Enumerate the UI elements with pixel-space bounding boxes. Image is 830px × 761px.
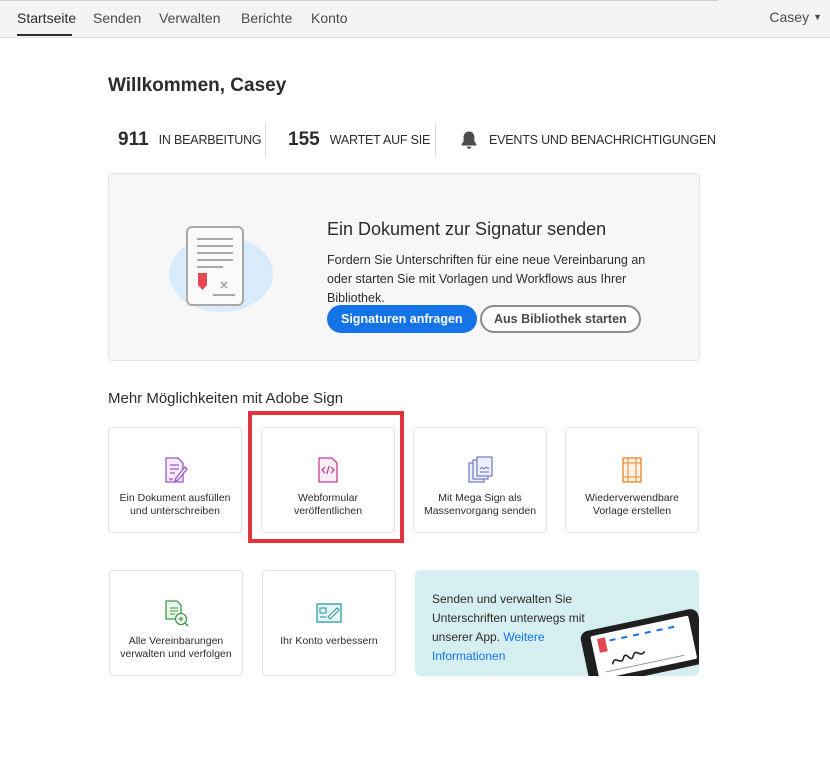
request-signatures-button[interactable]: Signaturen anfragen: [327, 305, 477, 333]
hero-description: Fordern Sie Unterschriften für eine neue…: [327, 253, 646, 305]
nav-active-indicator: [17, 34, 72, 36]
card-label: Ihr Konto verbessern: [280, 635, 378, 647]
nav-item-verwalten[interactable]: Verwalten: [159, 10, 220, 26]
card-fill-and-sign[interactable]: Ein Dokument ausfüllen und unterschreiben: [108, 427, 242, 533]
user-name: Casey: [769, 9, 810, 25]
nav-item-konto[interactable]: Konto: [311, 10, 348, 26]
card-label: Wiederverwendbare Vorlage erstellen: [585, 492, 679, 517]
nav-item-berichte[interactable]: Berichte: [241, 10, 292, 26]
stat-in-progress[interactable]: 911 IN BEARBEITUNG: [118, 128, 262, 152]
send-document-card: Ein Dokument zur Signatur senden Fordern…: [108, 173, 700, 361]
stat-divider: [435, 124, 436, 156]
top-nav: Startseite Senden Verwalten Berichte Kon…: [0, 0, 830, 38]
hero-title: Ein Dokument zur Signatur senden: [327, 219, 607, 239]
nav-item-senden[interactable]: Senden: [93, 10, 141, 26]
user-menu[interactable]: Casey ▼: [769, 9, 822, 25]
web-form-icon: [318, 457, 338, 483]
card-label: Mit Mega Sign als Massenvorgang senden: [423, 492, 537, 517]
card-manage-agreements[interactable]: Alle Vereinbarungen verwalten und verfolg…: [109, 570, 243, 676]
card-publish-web-form[interactable]: Webformular veröffentlichen: [261, 427, 395, 533]
card-reusable-template[interactable]: Wiederverwendbare Vorlage erstellen: [565, 427, 699, 533]
stat-waiting[interactable]: 155 WARTET AUF SIE: [288, 128, 430, 152]
nav-top-border: [0, 0, 718, 1]
card-label: Ein Dokument ausfüllen und unterschreiben: [119, 492, 231, 517]
stat-in-progress-count: 911: [118, 129, 149, 150]
card-improve-account[interactable]: Ihr Konto verbessern: [262, 570, 396, 676]
stat-waiting-label: WARTET AUF SIE: [329, 133, 431, 147]
section-title: Mehr Möglichkeiten mit Adobe Sign: [108, 390, 344, 407]
stat-divider: [265, 124, 266, 156]
phone-illustration: [580, 609, 699, 676]
mega-sign-icon: [468, 456, 493, 483]
document-illustration: [169, 226, 273, 312]
fill-sign-icon: [165, 457, 188, 483]
card-label: Webformular veröffentlichen: [293, 492, 363, 517]
bell-icon: [461, 131, 477, 149]
template-icon: [622, 457, 642, 483]
upgrade-account-icon: [316, 603, 342, 623]
stat-events[interactable]: EVENTS UND BENACHRICHTIGUNGEN: [460, 128, 716, 152]
start-from-library-button[interactable]: Aus Bibliothek starten: [480, 305, 641, 333]
stat-events-label: EVENTS UND BENACHRICHTIGUNGEN: [489, 133, 716, 147]
stat-waiting-count: 155: [288, 129, 320, 150]
card-label: Alle Vereinbarungen verwalten und verfolg…: [120, 635, 232, 660]
chevron-down-icon: ▼: [813, 12, 822, 22]
promo-text: Senden und verwalten Sie Unterschriften …: [432, 592, 585, 663]
welcome-heading: Willkommen, Casey: [108, 75, 287, 96]
manage-agreements-icon: [165, 600, 189, 627]
mobile-app-promo[interactable]: Senden und verwalten Sie Unterschriften …: [415, 570, 699, 676]
card-mega-sign[interactable]: Mit Mega Sign als Massenvorgang senden: [413, 427, 547, 533]
stat-in-progress-label: IN BEARBEITUNG: [158, 133, 262, 147]
nav-item-startseite[interactable]: Startseite: [17, 10, 76, 26]
